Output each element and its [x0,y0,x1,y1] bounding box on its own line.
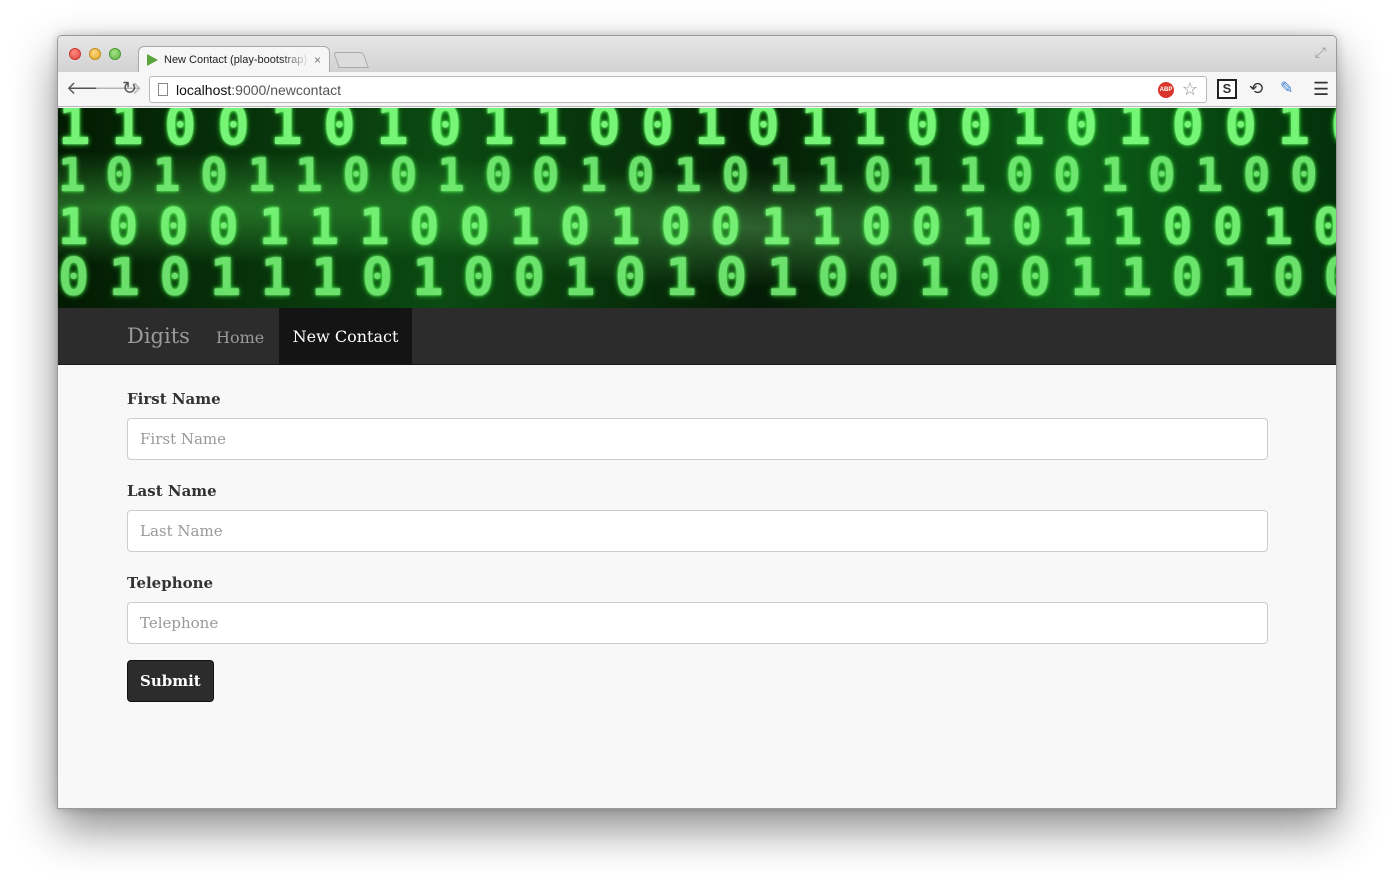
adblock-icon[interactable]: ABP [1158,82,1174,98]
matrix-banner: 1 1 0 0 1 0 1 0 1 1 0 0 1 0 1 1 0 0 1 0 … [58,108,1336,308]
reload-icon[interactable]: ↻ [122,78,137,98]
new-contact-form: First Name Last Name Telephone Submit [127,390,1268,702]
submit-button[interactable]: Submit [127,660,214,702]
nav-home-link[interactable]: Home [216,328,264,347]
fullscreen-icon[interactable]: ⤢ [1315,44,1326,61]
last-name-label: Last Name [127,482,217,500]
site-navbar: Digits Home New Contact [58,308,1336,365]
brand-link[interactable]: Digits [127,324,190,348]
nav-new-contact-link[interactable]: New Contact [279,308,412,365]
close-window-button[interactable] [69,48,81,60]
minimize-window-button[interactable] [89,48,101,60]
tab-title: New Contact (play-bootstrap) [164,54,308,66]
menu-icon[interactable]: ☰ [1313,79,1329,99]
browser-tab[interactable]: New Contact (play-bootstrap) × [138,46,330,73]
url-host: localhost [176,81,232,98]
browser-toolbar: 🡐 🡒 ↻ localhost:9000/newcontact ABP ☆ S … [58,72,1336,107]
address-bar[interactable]: localhost:9000/newcontact ABP ☆ [149,76,1207,103]
stylish-extension-icon[interactable]: S [1217,79,1237,99]
banner-digits-row: 1 0 1 0 1 1 0 0 1 0 0 1 0 1 0 1 1 0 1 1 … [58,148,1336,202]
bookmark-star-icon[interactable]: ☆ [1182,79,1198,100]
first-name-label: First Name [127,390,221,408]
banner-digits-row: 0 1 0 1 1 1 0 1 0 0 1 0 1 0 1 0 0 1 0 0 … [58,248,1336,308]
tab-close-icon[interactable]: × [314,53,321,67]
telephone-input[interactable] [127,602,1268,644]
eyedropper-extension-icon[interactable]: ✎ [1280,79,1293,99]
play-favicon-icon [147,54,158,66]
new-tab-button[interactable] [333,52,369,68]
browser-window: New Contact (play-bootstrap) × ⤢ 🡐 🡒 ↻ l… [57,35,1337,809]
page-icon [158,83,168,96]
url-path: :9000/newcontact [231,81,342,98]
last-name-input[interactable] [127,510,1268,552]
tab-strip: New Contact (play-bootstrap) × ⤢ [58,36,1336,73]
sync-extension-icon[interactable]: ⟲ [1249,79,1263,99]
zoom-window-button[interactable] [109,48,121,60]
first-name-input[interactable] [127,418,1268,460]
telephone-label: Telephone [127,574,214,592]
